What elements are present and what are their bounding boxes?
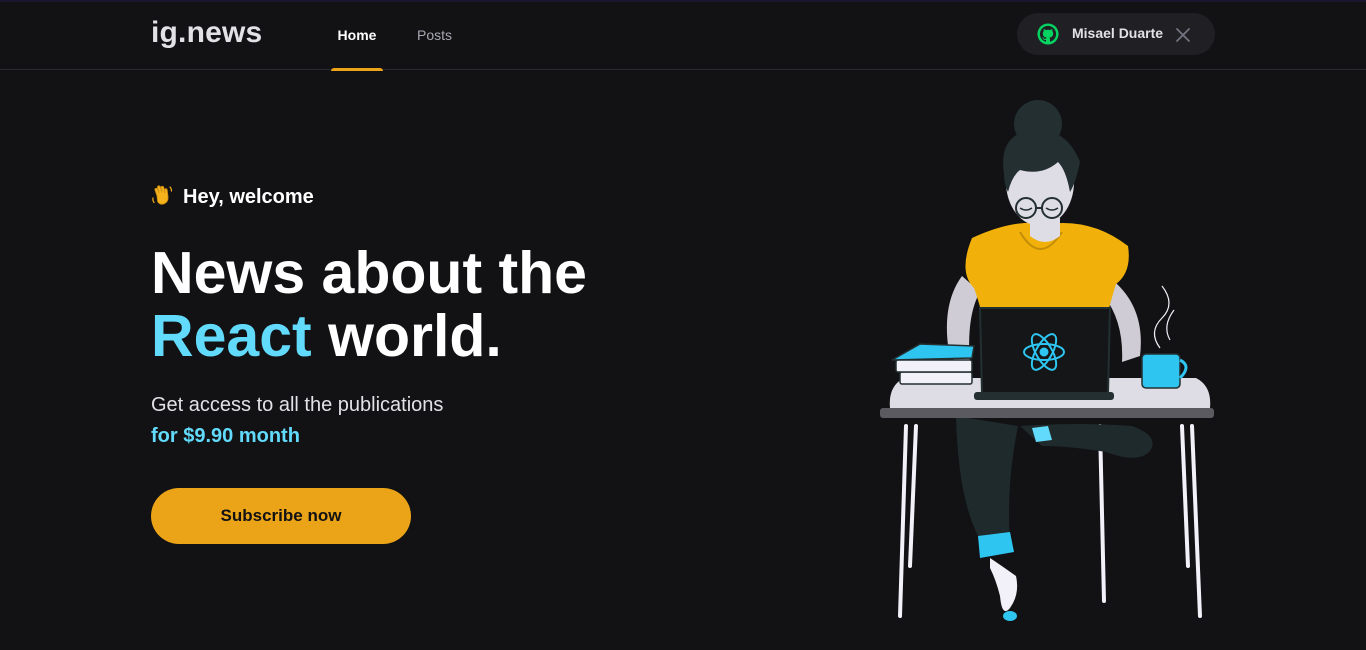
hero-price: for $9.90 month (151, 425, 300, 447)
woman-with-laptop-illustration (880, 100, 1214, 621)
nav-posts-link[interactable]: Posts (417, 2, 452, 70)
hero-subtitle: Get access to all the publications (151, 394, 444, 416)
headline-line1: News about the (151, 240, 587, 306)
site-logo[interactable]: ig.news (151, 16, 262, 50)
hero-headline: News about the React world. (151, 242, 711, 368)
headline-highlight: React (151, 303, 312, 369)
greeting-text: Hey, welcome (183, 186, 314, 208)
welcome-greeting: Hey, welcome (151, 184, 314, 209)
headline-rest: world. (328, 303, 502, 369)
user-name: Misael Duarte (1072, 25, 1164, 41)
main-nav: Home Posts (331, 2, 452, 71)
close-icon[interactable] (1174, 26, 1192, 44)
github-icon (1037, 23, 1059, 45)
waving-hand-icon (152, 185, 173, 205)
subscribe-button[interactable]: Subscribe now (151, 488, 411, 544)
nav-home-link[interactable]: Home (331, 2, 383, 71)
